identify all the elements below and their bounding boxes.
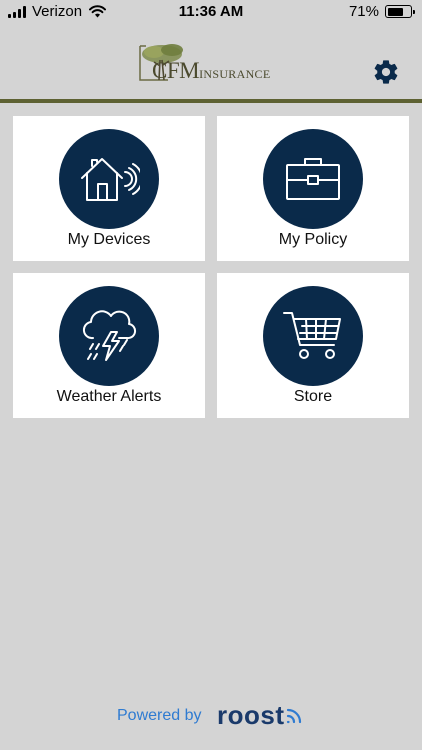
- logo-wordmark: CFMINSURANCE: [152, 58, 270, 84]
- cfm-insurance-logo: CFMINSURANCE: [138, 40, 288, 86]
- icon-circle: [263, 286, 363, 386]
- tile-label: My Devices: [67, 231, 151, 248]
- tile-label: Store: [293, 388, 333, 405]
- storm-cloud-icon: [82, 310, 137, 361]
- battery-icon: [385, 5, 415, 18]
- roost-logo-text: roost: [217, 700, 285, 730]
- status-bar: Verizon 11:36 AM 71%: [0, 0, 422, 24]
- tile-label: My Policy: [278, 231, 348, 248]
- tile-weather-alerts[interactable]: Weather Alerts: [13, 273, 205, 418]
- tile-my-policy[interactable]: My Policy: [217, 116, 409, 261]
- tile-label: Weather Alerts: [56, 388, 162, 405]
- shopping-cart-icon: [283, 312, 341, 359]
- icon-circle: [59, 129, 159, 229]
- briefcase-icon: [286, 158, 340, 200]
- logo-cfm-text: CFM: [152, 58, 200, 83]
- status-right: 71%: [348, 3, 415, 20]
- smart-home-icon: [81, 158, 140, 201]
- header-divider: [0, 99, 422, 103]
- battery-level-fill: [387, 7, 404, 16]
- battery-percent: 71%: [348, 3, 379, 20]
- powered-by-text: Powered by: [117, 707, 202, 724]
- icon-circle: [263, 129, 363, 229]
- roost-signal-icon: [286, 708, 302, 724]
- powered-by-footer: Powered by roost: [0, 700, 422, 730]
- tile-my-devices[interactable]: My Devices: [13, 116, 205, 261]
- tile-store[interactable]: Store: [217, 273, 409, 418]
- gear-icon[interactable]: [372, 58, 400, 86]
- app-header: CFMINSURANCE: [0, 24, 422, 100]
- logo-insurance-text: INSURANCE: [199, 67, 271, 81]
- icon-circle: [59, 286, 159, 386]
